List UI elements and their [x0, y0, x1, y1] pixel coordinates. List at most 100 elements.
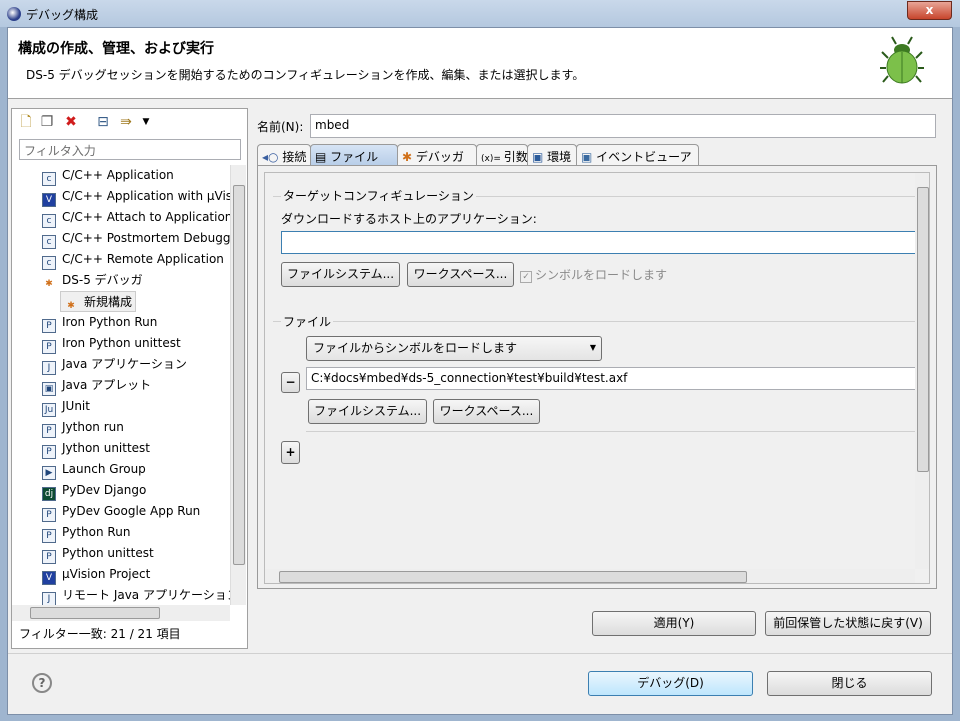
tree-vertical-scrollbar[interactable] [230, 165, 246, 605]
python-icon: P [42, 424, 56, 438]
download-app-input[interactable] [281, 231, 921, 254]
content-horizontal-scrollbar[interactable] [265, 569, 915, 583]
tree-item-label: Java アプリケーション [62, 357, 187, 371]
tree-item[interactable]: c C/C++ Application [42, 165, 174, 186]
config-list-panel: 🗋 ❐ ✖ ⊟ ⇛ ▼ フィルタ入力 c C/C++ Application V C/… [11, 108, 248, 649]
tree-item-label: Jython run [62, 420, 124, 434]
tree-item[interactable]: P Jython run [42, 417, 124, 438]
tree-item[interactable]: ▶ Launch Group [42, 459, 146, 480]
tree-item[interactable]: Ju JUnit [42, 396, 90, 417]
python-icon: P [42, 340, 56, 354]
tree-item[interactable]: V C/C++ Application with µVision [42, 186, 230, 207]
scroll-thumb[interactable] [233, 185, 245, 565]
file-path-input[interactable]: C:¥docs¥mbed¥ds-5_connection¥test¥build¥… [306, 367, 921, 390]
tree-item[interactable]: c C/C++ Postmortem Debugger [42, 228, 230, 249]
new-config-icon[interactable]: 🗋 [17, 113, 35, 131]
tree-item-label: Python Run [62, 525, 131, 539]
java-icon: J [42, 592, 56, 605]
tree-item-label: C/C++ Remote Application [62, 252, 224, 266]
tree-item-label: Launch Group [62, 462, 146, 476]
tree-item[interactable]: P Python unittest [42, 543, 154, 564]
tree-item[interactable]: ▣ Java アプレット [42, 375, 151, 396]
tree-item[interactable]: P Iron Python unittest [42, 333, 181, 354]
tree-item[interactable]: ✱ DS-5 デバッガ [42, 270, 143, 291]
tree-item[interactable]: P Python Run [42, 522, 130, 543]
tree-item-label: C/C++ Application [62, 168, 174, 182]
remove-file-button[interactable]: − [281, 372, 300, 393]
checkbox-icon: ✓ [520, 271, 532, 283]
tab-environment[interactable]: ▣ 環境 [527, 144, 577, 166]
file-workspace-button[interactable]: ワークスペース... [433, 399, 540, 424]
load-symbols-checkbox[interactable]: ✓ シンボルをロードします [520, 266, 667, 283]
tree-item[interactable]: P Iron Python Run [42, 312, 157, 333]
bug-icon: ✱ [402, 150, 416, 164]
dialog-client: 構成の作成、管理、および実行 DS-5 デバッグセッションを開始するためのコンフ… [7, 27, 953, 715]
add-file-button[interactable]: + [281, 441, 300, 464]
tree-item-label: 新規構成 [84, 295, 133, 309]
dialog-subtitle: DS-5 デバッグセッションを開始するためのコンフィギュレーションを作成、編集、… [26, 68, 585, 82]
file-tab-pane: ターゲットコンフィギュレーション ダウンロードするホスト上のアプリケーション: … [257, 165, 937, 589]
filter-icon[interactable]: ⇛ [117, 113, 135, 131]
file-mode-dropdown[interactable]: ファイルからシンボルをロードします ▼ [306, 336, 602, 361]
tree-item[interactable]: ✱ 新規構成 [60, 291, 137, 312]
python-icon: P [42, 550, 56, 564]
filter-input[interactable]: フィルタ入力 [19, 139, 241, 160]
python-icon: P [42, 508, 56, 522]
tree-item[interactable]: J Java アプリケーション [42, 354, 187, 375]
name-label: 名前(N): [257, 120, 304, 134]
content-vertical-scrollbar[interactable] [915, 173, 929, 569]
tree-item-label: Jython unittest [62, 441, 151, 455]
name-input[interactable]: mbed [310, 114, 936, 138]
tree-item-label: µVision Project [62, 567, 151, 581]
tree-item[interactable]: P PyDev Google App Run [42, 501, 200, 522]
environment-icon: ▣ [532, 150, 548, 164]
tab-connection[interactable]: ◂○ 接続 [257, 144, 311, 166]
revert-button[interactable]: 前回保管した状態に戻す(V) [765, 611, 931, 636]
config-tree: c C/C++ Application V C/C++ Application wit… [12, 165, 230, 605]
collapse-all-icon[interactable]: ⊟ [94, 113, 112, 131]
tree-item[interactable]: c C/C++ Attach to Application [42, 207, 230, 228]
filter-count: フィルター一致: 21 / 21 項目 [19, 627, 181, 641]
tree-item-label: JUnit [62, 399, 90, 413]
menu-chevron-icon[interactable]: ▼ [137, 113, 155, 131]
tree-item[interactable]: J リモート Java アプリケーション [42, 585, 230, 605]
java-icon: J [42, 361, 56, 375]
tab-file[interactable]: ▤ ファイル [310, 144, 398, 166]
applet-icon: ▣ [42, 382, 56, 396]
title-bar: デバッグ構成 x [0, 0, 960, 27]
tree-item[interactable]: dj PyDev Django [42, 480, 146, 501]
tree-item-label: C/C++ Attach to Application [62, 210, 230, 224]
uvision-icon: V [42, 193, 56, 207]
tree-item-label: リモート Java アプリケーション [62, 588, 230, 602]
c-app-icon: c [42, 172, 56, 186]
delete-icon[interactable]: ✖ [62, 113, 80, 131]
help-icon[interactable]: ? [32, 673, 52, 693]
tree-item-label: C/C++ Postmortem Debugger [62, 231, 230, 245]
duplicate-icon[interactable]: ❐ [38, 113, 56, 131]
bug-logo-icon [880, 36, 924, 84]
c-app-icon: c [42, 235, 56, 249]
launch-icon: ▶ [42, 466, 56, 480]
tree-item[interactable]: c C/C++ Remote Application [42, 249, 224, 270]
window-close-button[interactable]: x [907, 1, 952, 20]
tab-event-viewer[interactable]: ▣ イベントビューア [576, 144, 699, 166]
tree-item[interactable]: P Jython unittest [42, 438, 150, 459]
tab-arguments[interactable]: (x)= 引数 [476, 144, 528, 166]
tree-item-label: Iron Python Run [62, 315, 158, 329]
filesystem-button[interactable]: ファイルシステム... [281, 262, 400, 287]
tree-item-label: DS-5 デバッガ [62, 273, 143, 287]
tree-item[interactable]: VµVision Project [42, 564, 150, 585]
apply-button[interactable]: 適用(Y) [592, 611, 756, 636]
file-filesystem-button[interactable]: ファイルシステム... [308, 399, 427, 424]
debug-button[interactable]: デバッグ(D) [588, 671, 753, 696]
uvision-icon: V [42, 571, 56, 585]
dialog-heading: 構成の作成、管理、および実行 [18, 41, 214, 57]
tab-debugger[interactable]: ✱ デバッガ [397, 144, 477, 166]
tree-horizontal-scrollbar[interactable] [12, 605, 230, 621]
scroll-thumb[interactable] [917, 187, 929, 472]
workspace-button[interactable]: ワークスペース... [407, 262, 514, 287]
scroll-thumb[interactable] [279, 571, 747, 583]
c-app-icon: c [42, 256, 56, 270]
close-button[interactable]: 閉じる [767, 671, 932, 696]
scroll-thumb[interactable] [30, 607, 160, 619]
